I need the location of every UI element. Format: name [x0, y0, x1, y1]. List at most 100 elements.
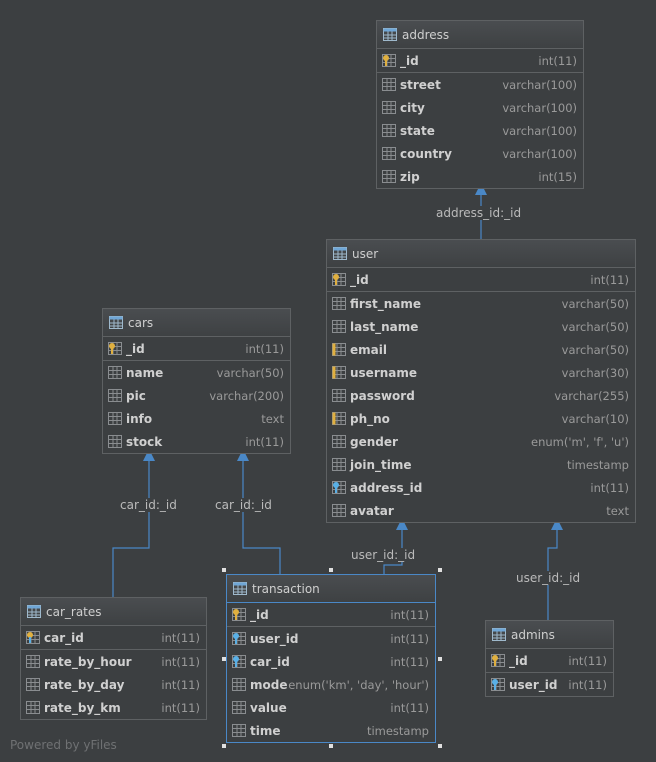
table-admins[interactable]: admins _id int(11) user_id int(11): [485, 620, 614, 697]
column-row-user-id[interactable]: user_id int(11): [486, 673, 613, 696]
foreign-key-icon: [491, 678, 505, 691]
column-row-username[interactable]: username varchar(30): [327, 361, 635, 384]
column-row--id[interactable]: _id int(11): [103, 337, 290, 361]
table-car-rates[interactable]: car_rates car_id int(11) rate_by_hour int(11…: [20, 597, 207, 720]
column-row-car-id[interactable]: car_id int(11): [21, 626, 206, 650]
column-type: int(11): [245, 434, 284, 449]
column-name: rate_by_hour: [44, 654, 132, 669]
column-row-stock[interactable]: stock int(11): [103, 430, 290, 453]
table-name: car_rates: [46, 604, 102, 619]
column-name: _id: [250, 607, 269, 622]
column-icon: [232, 724, 246, 737]
primary-key-icon: [332, 273, 346, 286]
table-user[interactable]: user _id int(11) first_name varchar(50) last_…: [326, 239, 636, 523]
column-type: varchar(10): [561, 411, 629, 426]
column-type: varchar(100): [502, 100, 577, 115]
column-row-join-time[interactable]: join_time timestamp: [327, 453, 635, 476]
column-row-zip[interactable]: zip int(15): [377, 165, 583, 188]
edge-trans-cars[interactable]: [237, 449, 281, 574]
column-row-street[interactable]: street varchar(100): [377, 73, 583, 96]
column-name: user_id: [250, 631, 299, 646]
relation-label-rates-cars: car_id:_id: [118, 498, 179, 512]
column-type: int(11): [161, 700, 200, 715]
table-header-address[interactable]: address: [377, 21, 583, 49]
column-row-name[interactable]: name varchar(50): [103, 361, 290, 384]
column-row-city[interactable]: city varchar(100): [377, 96, 583, 119]
selection-handle-bm[interactable]: [329, 744, 333, 748]
column-row-pic[interactable]: pic varchar(200): [103, 384, 290, 407]
selection-handle-tl[interactable]: [222, 568, 226, 572]
column-row-rate-by-hour[interactable]: rate_by_hour int(11): [21, 650, 206, 673]
table-transaction[interactable]: transaction _id int(11) user_id int(11) car_i…: [226, 574, 436, 743]
column-type: varchar(30): [561, 365, 629, 380]
column-type: int(11): [390, 631, 429, 646]
table-header-transaction[interactable]: transaction: [227, 575, 435, 603]
column-type: int(11): [161, 654, 200, 669]
column-type: int(11): [390, 607, 429, 622]
table-name: address: [402, 27, 450, 42]
table-icon: [109, 316, 123, 329]
column-type: int(11): [390, 654, 429, 669]
table-header-car_rates[interactable]: car_rates: [21, 598, 206, 626]
column-row-ph-no[interactable]: ph_no varchar(10): [327, 407, 635, 430]
column-icon: [108, 412, 122, 425]
column-name: last_name: [350, 319, 419, 334]
column-icon: [332, 435, 346, 448]
selection-handle-mr[interactable]: [438, 657, 442, 661]
selection-handle-ml[interactable]: [222, 657, 226, 661]
column-type: varchar(50): [561, 296, 629, 311]
selection-handle-tr[interactable]: [438, 568, 442, 572]
column-type: varchar(50): [561, 342, 629, 357]
selection-handle-bl[interactable]: [222, 744, 226, 748]
column-row-mode[interactable]: mode enum('km', 'day', 'hour'): [227, 673, 435, 696]
column-row--id[interactable]: _id int(11): [327, 268, 635, 292]
column-row--id[interactable]: _id int(11): [227, 603, 435, 627]
column-icon: [382, 78, 396, 91]
column-row-state[interactable]: state varchar(100): [377, 119, 583, 142]
column-row-user-id[interactable]: user_id int(11): [227, 627, 435, 650]
column-row--id[interactable]: _id int(11): [377, 49, 583, 73]
column-row-address-id[interactable]: address_id int(11): [327, 476, 635, 499]
column-row-email[interactable]: email varchar(50): [327, 338, 635, 361]
column-row-first-name[interactable]: first_name varchar(50): [327, 292, 635, 315]
er-diagram-canvas[interactable]: address_id:_id car_id:_id car_id:_id use…: [0, 0, 656, 762]
column-name: time: [250, 723, 281, 738]
relation-label-admins-user: user_id:_id: [514, 571, 583, 585]
table-address[interactable]: address _id int(11) street varchar(100) city v…: [376, 20, 584, 189]
column-row-password[interactable]: password varchar(255): [327, 384, 635, 407]
column-name: avatar: [350, 503, 394, 518]
column-row-info[interactable]: info text: [103, 407, 290, 430]
edge-rates-cars[interactable]: [112, 449, 155, 597]
table-header-user[interactable]: user: [327, 240, 635, 268]
selection-handle-tm[interactable]: [329, 568, 333, 572]
column-row-rate-by-day[interactable]: rate_by_day int(11): [21, 673, 206, 696]
foreign-key-icon: [332, 481, 346, 494]
table-header-admins[interactable]: admins: [486, 621, 613, 649]
column-row--id[interactable]: _id int(11): [486, 649, 613, 673]
column-type: int(11): [568, 653, 607, 668]
table-name: cars: [128, 315, 154, 330]
column-row-avatar[interactable]: avatar text: [327, 499, 635, 522]
table-icon: [383, 28, 397, 41]
unique-index-icon: [332, 366, 346, 379]
column-row-country[interactable]: country varchar(100): [377, 142, 583, 165]
table-header-cars[interactable]: cars: [103, 309, 290, 337]
column-name: pic: [126, 388, 146, 403]
unique-index-icon: [332, 343, 346, 356]
column-type: varchar(100): [502, 146, 577, 161]
column-row-value[interactable]: value int(11): [227, 696, 435, 719]
column-row-time[interactable]: time timestamp: [227, 719, 435, 742]
column-name: street: [400, 77, 441, 92]
column-name: username: [350, 365, 418, 380]
column-row-car-id[interactable]: car_id int(11): [227, 650, 435, 673]
selection-handle-br[interactable]: [438, 744, 442, 748]
foreign-key-icon: [232, 655, 246, 668]
table-cars[interactable]: cars _id int(11) name varchar(50) pic varchar(…: [102, 308, 291, 454]
column-icon: [382, 124, 396, 137]
column-name: _id: [126, 341, 145, 356]
column-row-rate-by-km[interactable]: rate_by_km int(11): [21, 696, 206, 719]
column-row-gender[interactable]: gender enum('m', 'f', 'u'): [327, 430, 635, 453]
column-name: _id: [400, 53, 419, 68]
column-icon: [232, 701, 246, 714]
column-row-last-name[interactable]: last_name varchar(50): [327, 315, 635, 338]
